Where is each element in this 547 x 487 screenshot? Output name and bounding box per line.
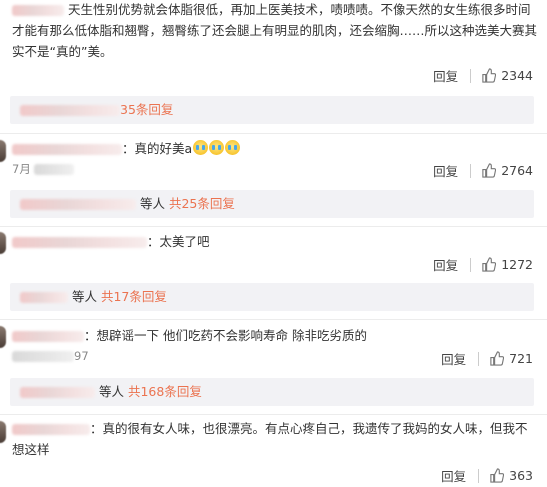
redacted-username [20, 292, 68, 303]
comment-text: ：想辟谣一下 他们吃药不会影响寿命 除非吃劣质的 [12, 325, 367, 346]
reply-button[interactable]: 回复 [433, 255, 458, 274]
thumbs-up-icon [482, 163, 497, 178]
timestamp: 7月 [12, 161, 75, 177]
thumbs-up-icon [490, 351, 505, 366]
comment-text: ：太美了吧 [12, 231, 210, 252]
divider [470, 257, 472, 272]
divider [0, 133, 547, 134]
like-button[interactable]: 2764 [481, 163, 533, 178]
reply-count-link[interactable]: 共17条回复 [101, 289, 167, 304]
reply-count-link[interactable]: 共168条回复 [128, 384, 202, 399]
like-count: 721 [509, 351, 533, 366]
redacted-username [12, 144, 122, 155]
avatar [0, 421, 6, 443]
divider [0, 226, 547, 227]
comment-text: ：真的很有女人味，也很漂亮。有点心疼自己，我遗传了我妈的女人味，但我不想这样 [12, 421, 528, 457]
replies-summary[interactable]: 等人 共17条回复 [10, 283, 534, 311]
like-button[interactable]: 1272 [481, 257, 533, 272]
thumbs-up-icon [482, 68, 497, 83]
redacted-username [12, 5, 64, 16]
replies-summary[interactable]: 等人 共168条回复 [10, 378, 534, 406]
like-button[interactable]: 721 [489, 351, 533, 366]
redacted-username [20, 199, 136, 210]
like-count: 363 [509, 468, 533, 483]
reply-count-link[interactable]: 35条回复 [120, 102, 173, 117]
redacted-username [20, 105, 120, 116]
comment-actions: 回复 363 [441, 466, 533, 485]
redacted-username [12, 331, 84, 342]
replies-summary[interactable]: 35条回复 [10, 96, 534, 124]
timestamp: 97 [12, 349, 89, 363]
divider [0, 414, 547, 415]
avatar [0, 326, 6, 348]
redacted-username [12, 237, 147, 248]
comment-actions: 回复 2344 [433, 66, 533, 85]
comment-text: ：真的好美a [12, 138, 241, 159]
reply-button[interactable]: 回复 [441, 466, 466, 485]
crying-face-emoji [193, 140, 209, 155]
reply-button[interactable]: 回复 [441, 349, 466, 368]
like-count: 2764 [501, 163, 533, 178]
comment-actions: 回复 2764 [433, 161, 533, 180]
like-button[interactable]: 363 [489, 468, 533, 483]
crying-face-emoji [225, 140, 241, 155]
thumbs-up-icon [490, 468, 505, 483]
reply-button[interactable]: 回复 [433, 161, 458, 180]
comment-actions: 回复 1272 [433, 255, 533, 274]
divider [0, 319, 547, 320]
comment-actions: 回复 721 [441, 349, 533, 368]
thumbs-up-icon [482, 257, 497, 272]
avatar [0, 140, 6, 162]
redacted-timestamp [12, 351, 74, 362]
divider [470, 68, 472, 83]
divider [478, 468, 480, 483]
redacted-username [20, 387, 95, 398]
reply-count-link[interactable]: 共25条回复 [169, 196, 235, 211]
avatar [0, 232, 6, 254]
reply-button[interactable]: 回复 [433, 66, 458, 85]
divider [478, 351, 480, 366]
replies-summary[interactable]: 等人 共25条回复 [10, 190, 534, 218]
redacted-username [12, 424, 90, 435]
crying-face-emoji [209, 140, 225, 155]
like-button[interactable]: 2344 [481, 68, 533, 83]
comment-text: 天生性别优势就会体脂很低，再加上医美技术，啧啧啧。不像天然的女生练很多时间才能有… [12, 2, 538, 59]
divider [470, 163, 472, 178]
like-count: 2344 [501, 68, 533, 83]
like-count: 1272 [501, 257, 533, 272]
redacted-timestamp [34, 164, 75, 175]
